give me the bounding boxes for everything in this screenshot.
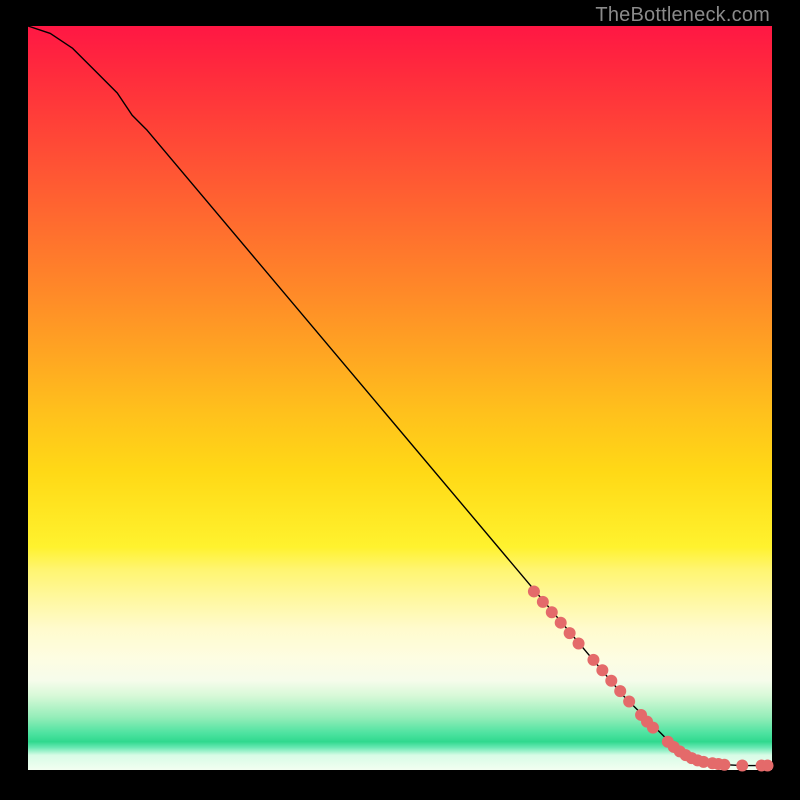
point-highlight bbox=[587, 654, 599, 666]
point-highlight bbox=[736, 760, 748, 772]
point-highlight bbox=[596, 664, 608, 676]
point-highlight bbox=[647, 722, 659, 734]
point-highlight bbox=[573, 638, 585, 650]
point-highlight bbox=[555, 617, 567, 629]
attribution-text: TheBottleneck.com bbox=[595, 4, 770, 27]
point-highlight bbox=[718, 759, 730, 771]
point-highlight bbox=[564, 627, 576, 639]
chart-stage: TheBottleneck.com bbox=[0, 0, 800, 800]
point-highlight bbox=[528, 585, 540, 597]
point-highlight bbox=[605, 675, 617, 687]
point-highlight bbox=[614, 685, 626, 697]
point-highlight bbox=[537, 596, 549, 608]
point-highlight bbox=[762, 760, 774, 772]
point-highlight bbox=[546, 606, 558, 618]
series-curve bbox=[28, 26, 772, 766]
point-highlight bbox=[623, 696, 635, 708]
chart-svg bbox=[28, 26, 772, 770]
plot-area bbox=[28, 26, 772, 770]
